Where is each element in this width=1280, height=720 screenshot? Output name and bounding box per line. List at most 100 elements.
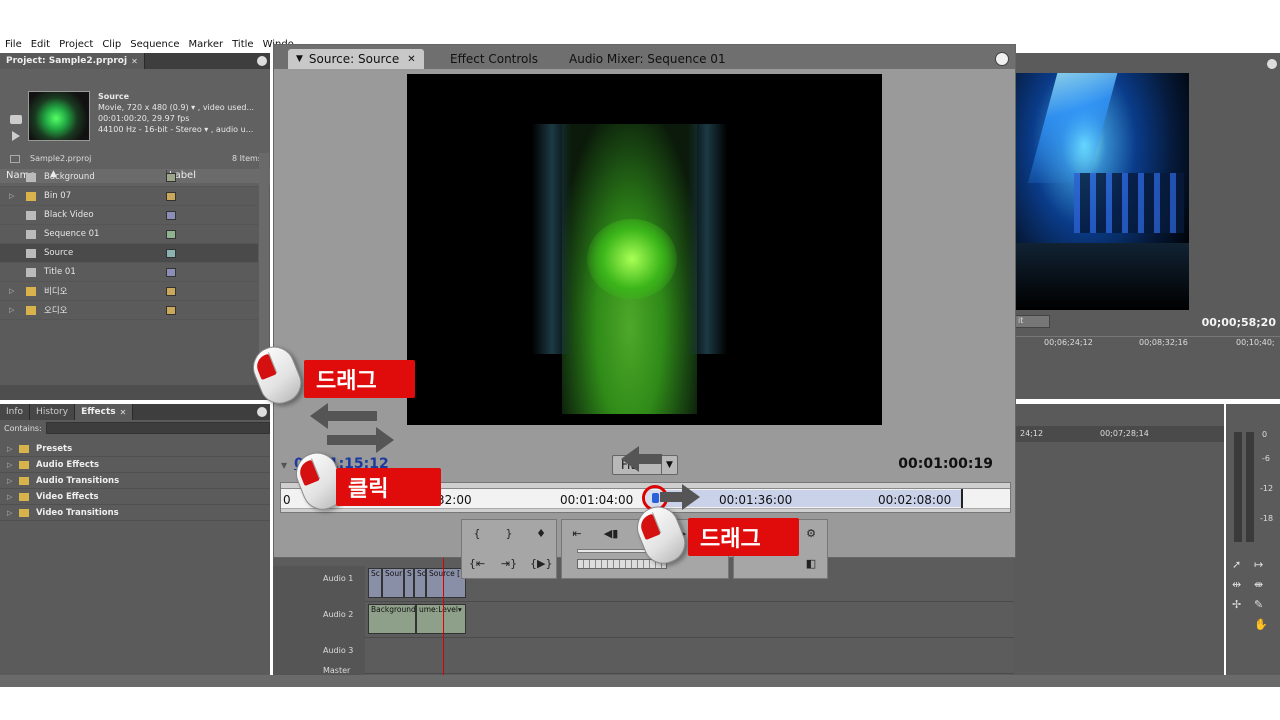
audio-clip[interactable]: Sc	[368, 568, 382, 598]
audio-clip[interactable]: Background	[368, 604, 416, 634]
tab-history[interactable]: History	[30, 404, 76, 420]
menu-file[interactable]: File	[5, 39, 22, 50]
menu-edit[interactable]: Edit	[31, 39, 50, 50]
set-marker-icon[interactable]: ♦	[530, 524, 552, 544]
close-icon[interactable]: ✕	[407, 54, 415, 65]
expand-icon[interactable]: ▷	[7, 509, 12, 517]
panel-menu-icon[interactable]	[995, 52, 1009, 66]
timeline-ruler-label: 00;07;28;14	[1100, 429, 1149, 438]
program-fit-dropdown[interactable]: it	[1014, 315, 1050, 328]
program-timecode[interactable]: 00;00;58;20	[1202, 316, 1276, 329]
project-list-item[interactable]: Black Video	[0, 206, 258, 225]
label-swatch[interactable]	[166, 230, 176, 239]
menu-marker[interactable]: Marker	[189, 39, 224, 50]
panel-menu-icon[interactable]	[1267, 59, 1277, 69]
menu-sequence[interactable]: Sequence	[130, 39, 179, 50]
contains-label: Contains:	[4, 423, 42, 433]
label-swatch[interactable]	[166, 287, 176, 296]
expand-icon[interactable]: ▷	[9, 287, 14, 295]
green-glow	[587, 219, 677, 299]
project-tabbar: Project: Sample2.prproj ✕	[0, 53, 270, 69]
ripple-tool-icon[interactable]: ⇹	[1232, 578, 1241, 591]
effects-folder[interactable]: ▷ Video Transitions	[0, 505, 270, 521]
set-out-icon[interactable]: }	[498, 524, 520, 544]
tab-info[interactable]: Info	[0, 404, 31, 420]
audio-clip[interactable]: Sour	[382, 568, 404, 598]
program-ruler[interactable]: 00;06;24;12 00;08;32;16 00;10;40;	[1014, 336, 1280, 348]
expand-icon[interactable]: ▷	[7, 477, 12, 485]
label-swatch[interactable]	[166, 211, 176, 220]
label-swatch[interactable]	[166, 306, 176, 315]
project-list-item[interactable]: ▷ 비디오	[0, 282, 258, 301]
tab-effects[interactable]: Effects ✕	[75, 404, 134, 420]
project-list-item[interactable]: Source	[0, 244, 258, 263]
label-swatch[interactable]	[166, 268, 176, 277]
play-icon[interactable]	[12, 131, 20, 141]
audio-clip[interactable]: S	[404, 568, 414, 598]
source-tab-dropdown-icon[interactable]: ▼	[296, 54, 303, 64]
project-list-item[interactable]: Sequence 01	[0, 225, 258, 244]
prev-marker-icon[interactable]: ⇤	[566, 524, 588, 544]
timecode-triangle-icon[interactable]: ▼	[281, 461, 287, 470]
expand-icon[interactable]: ▷	[7, 461, 12, 469]
project-list-item[interactable]: Background	[0, 168, 258, 187]
chevron-down-icon: ▼	[661, 456, 677, 474]
effects-folder-name: Audio Effects	[36, 459, 100, 470]
track-audio-2: Audio 2 Background ume:Level▾	[273, 602, 1014, 638]
tab-project[interactable]: Project: Sample2.prproj ✕	[0, 53, 145, 69]
goto-out-icon[interactable]: ⇥}	[498, 554, 520, 574]
close-icon[interactable]: ✕	[120, 408, 127, 417]
label-swatch[interactable]	[166, 192, 176, 201]
panel-menu-icon[interactable]	[257, 56, 267, 66]
razor-tool-icon[interactable]: ✢	[1232, 598, 1241, 611]
label-swatch[interactable]	[166, 249, 176, 258]
expand-icon[interactable]: ▷	[9, 306, 14, 314]
project-list-item[interactable]: ▷ Bin 07	[0, 187, 258, 206]
audio-clip[interactable]: Sou	[414, 568, 426, 598]
project-list-item[interactable]: ▷ 오디오	[0, 301, 258, 320]
overlay-icon[interactable]: ◧	[800, 554, 822, 574]
goto-in-icon[interactable]: {⇤	[466, 554, 488, 574]
effects-folder[interactable]: ▷ Video Effects	[0, 489, 270, 505]
project-list-item[interactable]: Title 01	[0, 263, 258, 282]
expand-icon[interactable]: ▷	[7, 493, 12, 501]
close-icon[interactable]: ✕	[131, 57, 138, 66]
clip-icon	[26, 249, 36, 258]
tab-audio-mixer[interactable]: Audio Mixer: Sequence 01	[561, 49, 734, 69]
bottom-scrollbar[interactable]	[0, 675, 1280, 687]
menu-project[interactable]: Project	[59, 39, 93, 50]
panel-menu-icon[interactable]	[257, 407, 267, 417]
selection-tool-icon[interactable]: ➚	[1232, 558, 1241, 571]
out-point-marker[interactable]	[961, 489, 963, 509]
effects-search: Contains:	[0, 420, 270, 436]
expand-icon[interactable]: ▷	[7, 445, 12, 453]
effects-folder[interactable]: ▷ Audio Effects	[0, 457, 270, 473]
expand-icon[interactable]: ▷	[9, 192, 14, 200]
track-header: Audio 2	[273, 602, 365, 638]
play-in-out-icon[interactable]: {▶}	[530, 554, 552, 574]
step-back-icon[interactable]: ◀▮	[600, 524, 622, 544]
tab-effect-controls[interactable]: Effect Controls	[442, 49, 546, 69]
premiere-workspace: File Edit Project Clip Sequence Marker T…	[0, 0, 1280, 720]
tab-effect-controls-label: Effect Controls	[450, 52, 538, 66]
menu-clip[interactable]: Clip	[102, 39, 121, 50]
timeline-ruler[interactable]: 24;12 00;07;28;14	[1014, 426, 1224, 442]
menu-title[interactable]: Title	[232, 39, 253, 50]
stage-light	[1027, 73, 1121, 183]
output-icon[interactable]: ⚙	[800, 524, 822, 544]
set-in-icon[interactable]: {	[466, 524, 488, 544]
rolling-tool-icon[interactable]: ⇼	[1254, 578, 1263, 591]
contains-input[interactable]	[45, 422, 270, 434]
effects-folder[interactable]: ▷ Audio Transitions	[0, 473, 270, 489]
tab-source[interactable]: ▼ Source: Source ✕	[288, 49, 424, 69]
camera-icon[interactable]	[10, 115, 22, 124]
clip-icon	[26, 230, 36, 239]
hand-tool-icon[interactable]: ✋	[1254, 618, 1268, 631]
audio-clip[interactable]: ume:Level▾	[416, 604, 466, 634]
audio-clip[interactable]: Source [	[426, 568, 466, 598]
pen-tool-icon[interactable]: ✎	[1254, 598, 1263, 611]
track-select-tool-icon[interactable]: ↦	[1254, 558, 1263, 571]
effects-folder[interactable]: ▷ Presets	[0, 441, 270, 457]
label-swatch[interactable]	[166, 173, 176, 182]
program-video	[1014, 73, 1189, 310]
